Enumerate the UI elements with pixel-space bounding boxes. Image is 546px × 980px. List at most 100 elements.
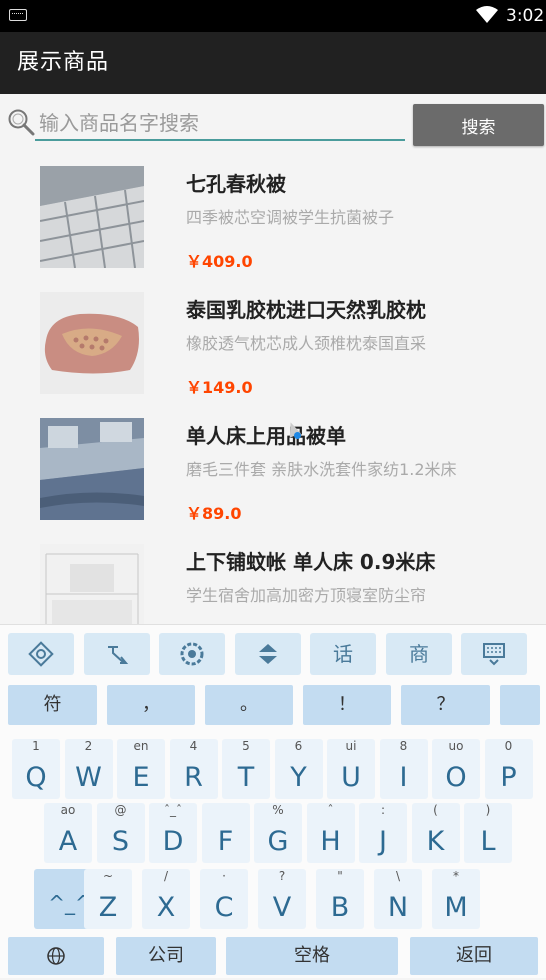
company-key[interactable]: 公司 — [116, 937, 216, 975]
app-bar: 展示商品 — [0, 32, 546, 94]
key-sub-label: : — [380, 803, 386, 817]
key-label: Q — [25, 762, 47, 793]
key-label: V — [272, 892, 292, 923]
key-label: K — [426, 826, 445, 857]
key-label: B — [330, 892, 350, 923]
space-key[interactable]: 空格 — [226, 937, 398, 975]
key-label: F — [217, 826, 234, 857]
key-t[interactable]: 5T — [222, 739, 270, 799]
key-sub-label: uo — [448, 739, 464, 753]
key-sub-label: 0 — [504, 739, 513, 753]
symbol-key[interactable]: ， — [107, 685, 195, 725]
product-name: 泰国乳胶枕进口天然乳胶枕 — [186, 298, 426, 322]
return-key[interactable]: 返回 — [410, 937, 538, 975]
key-c[interactable]: · C — [200, 869, 248, 929]
symbol-key[interactable]: ？ — [401, 685, 490, 725]
key-sub-label: 4 — [189, 739, 198, 753]
key-z[interactable]: ~ Z — [84, 869, 132, 929]
list-item[interactable]: 泰国乳胶枕进口天然乳胶枕 橡胶透气枕芯成人颈椎枕泰国直采 ￥149.0 — [0, 280, 546, 406]
key-sub-label: / — [163, 869, 169, 883]
symbol-row: 符 ， 。 ！ ？ — [0, 683, 546, 731]
key-k[interactable]: (K — [411, 803, 460, 863]
key-label: T — [237, 762, 255, 793]
key-label: G — [267, 826, 289, 857]
clock: 3:02 — [506, 6, 545, 26]
product-image-bedsheet — [40, 418, 144, 520]
expand-collapse-icon[interactable] — [235, 633, 301, 675]
key-label: N — [387, 892, 409, 923]
key-label: E — [132, 762, 150, 793]
product-desc: 四季被芯空调被学生抗菌被子 — [186, 208, 395, 227]
product-list[interactable]: 七孔春秋被 四季被芯空调被学生抗菌被子 ￥409.0 泰国乳胶枕进口天然乳胶枕 … — [0, 154, 546, 624]
soft-keyboard: 话 商 符 ， 。 ！ ？ 1 Q 2 Wen E 4 R 5 T 6 Yui U 8 Iuo O 0 P ao… — [0, 624, 546, 978]
key-n[interactable]: \ N — [374, 869, 422, 929]
hide-keyboard-icon[interactable] — [461, 633, 527, 675]
key-label: Y — [290, 762, 307, 793]
key-sub-label: @ — [114, 803, 127, 817]
product-desc: 磨毛三件套 亲肤水洗套件家纺1.2米床 — [186, 460, 457, 479]
key-d[interactable]: ˆ_ˆ D — [149, 803, 197, 863]
key-sub-label: 2 — [84, 739, 93, 753]
key-sub-label: ao — [60, 803, 76, 817]
key-x[interactable]: / X — [142, 869, 190, 929]
search-input[interactable] — [35, 107, 405, 141]
key-h[interactable]: ˆH — [306, 803, 355, 863]
globe-icon[interactable] — [8, 937, 104, 975]
symbol-key[interactable]: ！ — [303, 685, 391, 725]
settings-icon[interactable] — [8, 633, 74, 675]
key-o[interactable]: uo O — [432, 739, 480, 799]
symbol-key[interactable]: 符 — [8, 685, 97, 725]
key-sub-label: \ — [395, 869, 401, 883]
page-title: 展示商品 — [17, 50, 110, 75]
toolbar-shop-button[interactable]: 商 — [386, 633, 452, 675]
list-item[interactable]: 上下铺蚊帐 单人床 0.9米床 学生宿舍加高加密方顶寝室防尘帘 — [0, 532, 546, 624]
touch-indicator — [294, 432, 301, 439]
key-sub-label: 6 — [294, 739, 303, 753]
key-sub-label: ? — [278, 869, 286, 883]
key-w[interactable]: 2W — [64, 739, 113, 799]
key-sub-label: % — [272, 803, 284, 817]
key-s[interactable]: @ S — [96, 803, 145, 863]
key-sub-label: ( — [433, 803, 438, 817]
key-i[interactable]: 8I — [379, 739, 428, 799]
product-price: ￥409.0 — [186, 252, 253, 271]
list-item[interactable]: 单人床上用品被单 磨毛三件套 亲肤水洗套件家纺1.2米床 ￥89.0 — [0, 406, 546, 532]
symbol-key[interactable]: 。 — [205, 685, 293, 725]
product-desc: 橡胶透气枕芯成人颈椎枕泰国直采 — [186, 334, 427, 353]
key-label: Z — [98, 892, 118, 923]
product-price: ￥89.0 — [186, 504, 242, 523]
toolbar-talk-button[interactable]: 话 — [310, 633, 376, 675]
key-l[interactable]: ) L — [464, 803, 512, 863]
key-b[interactable]: " B — [316, 869, 364, 929]
key-label: I — [399, 762, 408, 793]
key-u[interactable]: ui U — [327, 739, 375, 799]
key-sub-label: ˆ — [327, 803, 334, 817]
key-p[interactable]: 0P — [484, 739, 533, 799]
gear-icon[interactable] — [159, 633, 225, 675]
key-sub-label: ) — [485, 803, 491, 817]
key-y[interactable]: 6Y — [274, 739, 323, 799]
key-r[interactable]: 4R — [169, 739, 218, 799]
key-sub-label: 1 — [32, 739, 40, 753]
key-e[interactable]: en E — [117, 739, 165, 799]
key-g[interactable]: % G — [254, 803, 302, 863]
key-m[interactable]: * M — [432, 869, 480, 929]
symbol-key-more[interactable] — [500, 685, 540, 725]
key-sub-label: ui — [345, 739, 357, 753]
key-label: W — [75, 762, 102, 793]
product-price: ￥149.0 — [186, 378, 253, 397]
key-f[interactable]: F — [201, 803, 250, 863]
keyboard-toolbar: 话 商 — [0, 625, 546, 683]
search-button[interactable]: 搜索 — [413, 104, 544, 146]
key-v[interactable]: ? V — [258, 869, 306, 929]
key-sub-label: · — [222, 869, 226, 883]
status-bar: 3:02 — [0, 0, 546, 32]
key-j[interactable]: :J — [359, 803, 407, 863]
key-sub-label: 5 — [242, 739, 250, 753]
key-label: L — [480, 826, 496, 857]
key-a[interactable]: ao A — [44, 803, 92, 863]
list-item[interactable]: 七孔春秋被 四季被芯空调被学生抗菌被子 ￥409.0 — [0, 154, 546, 280]
key-q[interactable]: 1Q — [12, 739, 60, 799]
product-name: 上下铺蚊帐 单人床 0.9米床 — [186, 550, 436, 574]
cursor-icon[interactable] — [84, 633, 150, 675]
